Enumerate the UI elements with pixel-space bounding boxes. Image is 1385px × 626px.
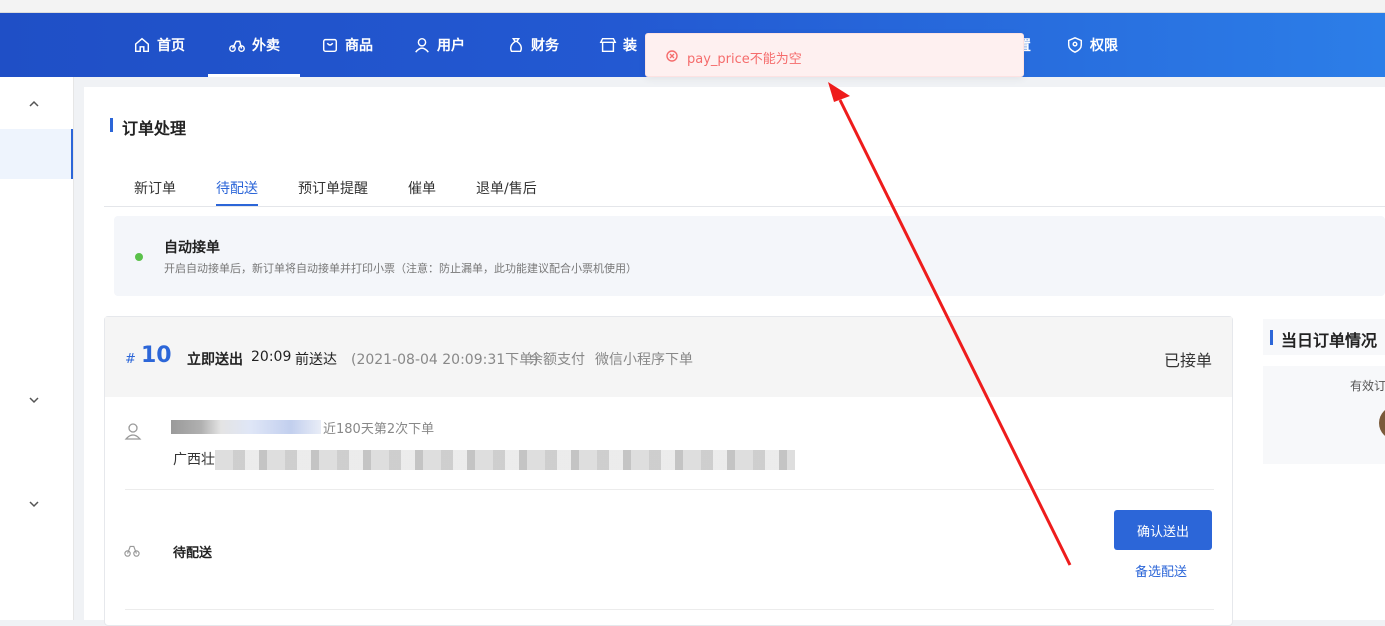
customer-name-blurred	[171, 420, 321, 434]
user-icon	[415, 37, 429, 53]
sidebar	[0, 77, 74, 620]
chevron-up-icon[interactable]	[27, 97, 41, 111]
tab-refund[interactable]: 退单/售后	[476, 178, 537, 198]
nav-label: 用户	[437, 38, 465, 54]
money-bag-icon	[509, 37, 523, 53]
alt-delivery-link[interactable]: 备选配送	[1135, 561, 1187, 580]
tab-preorder-reminder[interactable]: 预订单提醒	[298, 178, 368, 198]
daily-orders-panel: 有效订	[1263, 366, 1385, 464]
nav-label: 权限	[1090, 38, 1118, 54]
title-accent	[1270, 330, 1273, 345]
browser-strip	[0, 0, 1385, 13]
order-source: 微信小程序下单	[595, 352, 693, 368]
address-prefix: 广西壮	[173, 452, 215, 468]
auto-accept-panel: 自动接单 开启自动接单后，新订单将自动接单并打印小票（注意：防止漏单，此功能建议…	[114, 216, 1385, 296]
daily-orders-header: 当日订单情况	[1263, 319, 1385, 355]
daily-orders-title: 当日订单情况	[1281, 331, 1378, 350]
nav-label: 财务	[531, 38, 559, 54]
order-card: # 10 立即送出 20:09 前送达 (2021-08-04 20:09:31…	[104, 316, 1233, 626]
nav-item-permission[interactable]: 权限	[1066, 13, 1118, 77]
tab-new-orders[interactable]: 新订单	[134, 178, 176, 198]
nav-item-takeout[interactable]: 外卖	[208, 13, 300, 77]
tab-urge[interactable]: 催单	[408, 178, 436, 198]
divider	[125, 489, 1214, 490]
order-number: 10	[141, 343, 172, 368]
home-icon	[134, 37, 150, 53]
auto-accept-title: 自动接单	[164, 240, 220, 256]
user-icon	[124, 423, 142, 440]
delivery-status: 待配送	[173, 546, 213, 561]
avatar	[1379, 406, 1385, 440]
nav-item-finance[interactable]: 财务	[507, 13, 559, 77]
auto-accept-description: 开启自动接单后，新订单将自动接单并打印小票（注意：防止漏单，此功能建议配合小票机…	[164, 262, 637, 275]
page-title: 订单处理	[122, 119, 187, 138]
valid-orders-label: 有效订	[1350, 379, 1385, 393]
order-tabs: 新订单 待配送 预订单提醒 催单 退单/售后	[104, 175, 1385, 207]
scooter-icon	[229, 40, 245, 53]
tab-pending-delivery[interactable]: 待配送	[216, 178, 258, 206]
customer-order-note: 近180天第2次下单	[323, 422, 435, 437]
bag-icon	[322, 38, 338, 53]
nav-item-goods[interactable]: 商品	[321, 13, 373, 77]
toast-message: pay_price不能为空	[687, 52, 802, 67]
status-dot	[135, 253, 143, 261]
nav-label: 外卖	[252, 38, 280, 54]
nav-label: 首页	[157, 38, 185, 54]
chevron-down-icon[interactable]	[27, 393, 41, 407]
address-blurred	[215, 450, 795, 470]
error-circle-icon	[666, 50, 678, 62]
delivery-time: 20:09	[251, 349, 292, 365]
nav-item-home[interactable]: 首页	[133, 13, 185, 77]
nav-label: 装	[623, 38, 637, 54]
order-header: # 10 立即送出 20:09 前送达 (2021-08-04 20:09:31…	[105, 317, 1232, 397]
shield-icon	[1067, 37, 1083, 53]
order-time: (2021-08-04 20:09:31下单)	[351, 352, 539, 368]
delivery-type: 立即送出	[187, 352, 243, 368]
store-icon	[599, 37, 617, 53]
order-status: 已接单	[1163, 351, 1212, 370]
main-content: 订单处理 新订单 待配送 预订单提醒 催单 退单/售后 自动接单 开启自动接单后…	[84, 87, 1385, 626]
nav-item-decor[interactable]: 装	[599, 13, 637, 77]
pay-method: 余额支付	[529, 352, 585, 368]
error-toast: pay_price不能为空	[645, 33, 1024, 77]
delivery-before: 前送达	[295, 352, 337, 368]
confirm-send-button[interactable]: 确认送出	[1114, 510, 1212, 550]
chevron-down-icon[interactable]	[27, 497, 41, 511]
order-hash: #	[125, 352, 136, 367]
nav-item-users[interactable]: 用户	[413, 13, 465, 77]
sidebar-item-active[interactable]	[0, 129, 73, 179]
divider	[125, 609, 1214, 610]
title-accent	[110, 118, 113, 132]
scooter-icon	[124, 545, 140, 557]
nav-label: 商品	[345, 38, 373, 54]
